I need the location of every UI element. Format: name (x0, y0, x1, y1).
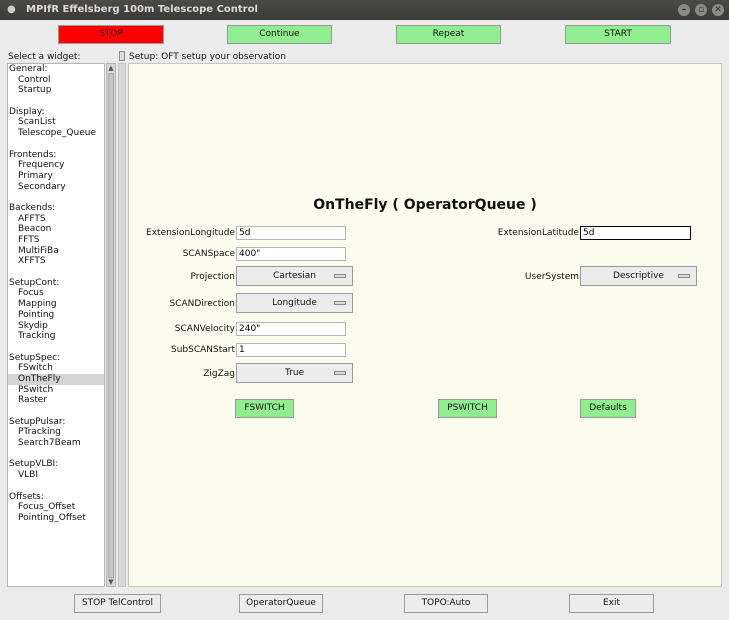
sidebar-group-header: SetupPulsar: (9, 416, 66, 427)
topo-button[interactable]: TOPO:Auto (404, 594, 488, 613)
scandirection-dropdown[interactable]: Longitude (236, 293, 353, 313)
sidebar-item-focus[interactable]: Focus (8, 288, 104, 299)
sidebar-item-tracking[interactable]: Tracking (8, 331, 104, 342)
sidebar-item-primary[interactable]: Primary (8, 171, 104, 182)
sidebar-group-header: SetupCont: (9, 277, 60, 288)
ext-latitude-label: ExtensionLatitude (497, 228, 579, 238)
pane-divider[interactable] (118, 63, 126, 587)
maximize-icon[interactable]: ▫ (695, 4, 707, 16)
ext-latitude-input[interactable] (580, 226, 691, 240)
scandirection-label: SCANDirection (169, 299, 235, 309)
sidebar-item-telescope-queue[interactable]: Telescope_Queue (8, 128, 104, 139)
sidebar-item-control[interactable]: Control (8, 75, 104, 86)
sidebar-group-header: Offsets: (9, 491, 44, 502)
setup-header: Setup: OFT setup your observation (129, 52, 286, 62)
zigzag-label: ZigZag (203, 369, 235, 379)
widget-list-scrollbar[interactable]: ▲ ▼ (106, 63, 116, 587)
sidebar-item-affts[interactable]: AFFTS (8, 214, 104, 225)
usersystem-value: Descriptive (613, 271, 664, 281)
sidebar-group-header: Backends: (9, 202, 56, 213)
sidebar-item-startup[interactable]: Startup (8, 85, 104, 96)
projection-value: Cartesian (273, 271, 316, 281)
sidebar-item-skydip[interactable]: Skydip (8, 321, 104, 332)
pswitch-button[interactable]: PSWITCH (438, 399, 497, 418)
sidebar-item-beacon[interactable]: Beacon (8, 224, 104, 235)
sidebar-group-header: Frontends: (9, 149, 57, 160)
scrollbar-thumb[interactable] (108, 73, 114, 578)
scanvelocity-label: SCANVelocity (174, 324, 235, 334)
stop-button[interactable]: STOP (58, 25, 164, 44)
scroll-down-icon[interactable]: ▼ (107, 578, 115, 586)
sidebar-header: Select a widget: (8, 52, 81, 62)
usersystem-label: UserSystem (524, 272, 579, 282)
window-menu-icon[interactable]: ● (7, 4, 19, 16)
zigzag-value: True (284, 368, 305, 378)
widget-list[interactable]: General: Control Startup Display: ScanList Te… (7, 63, 105, 587)
repeat-button[interactable]: Repeat (396, 25, 501, 44)
exit-button[interactable]: Exit (569, 594, 654, 613)
ext-longitude-input[interactable] (236, 226, 346, 240)
scroll-up-icon[interactable]: ▲ (107, 64, 115, 72)
sidebar-item-pointing[interactable]: Pointing (8, 310, 104, 321)
scanvelocity-input[interactable] (236, 322, 346, 336)
sidebar-item-xffts[interactable]: XFFTS (8, 256, 104, 267)
sidebar-item-mapping[interactable]: Mapping (8, 299, 104, 310)
panel-title: OnTheFly ( OperatorQueue ) (313, 197, 537, 213)
scanspace-input[interactable] (236, 247, 346, 261)
sidebar-group-header: Display: (9, 106, 45, 117)
sidebar-item-scanlist[interactable]: ScanList (8, 117, 104, 128)
sidebar-group-header: General: (9, 64, 48, 74)
sidebar-item-ffts[interactable]: FFTS (8, 235, 104, 246)
sidebar-item-raster[interactable]: Raster (8, 395, 104, 406)
defaults-button[interactable]: Defaults (580, 399, 636, 418)
sidebar-item-pointing-offset[interactable]: Pointing_Offset (8, 513, 104, 524)
sidebar-item-fswitch[interactable]: FSwitch (8, 363, 104, 374)
ext-longitude-label: ExtensionLongitude (146, 228, 235, 238)
projection-label: Projection (190, 272, 235, 282)
subscanstart-input[interactable] (236, 343, 346, 357)
sidebar-item-secondary[interactable]: Secondary (8, 182, 104, 193)
sidebar-item-ptracking[interactable]: PTracking (8, 427, 104, 438)
sidebar-group-header: SetupVLBI: (9, 459, 59, 470)
minimize-icon[interactable]: – (678, 4, 690, 16)
title-bar: ● MPIfR Effelsberg 100m Telescope Contro… (0, 0, 729, 20)
sidebar-item-search7beam[interactable]: Search7Beam (8, 438, 104, 449)
stop-telcontrol-button[interactable]: STOP TelControl (74, 594, 161, 613)
sidebar-item-pswitch[interactable]: PSwitch (8, 385, 104, 396)
usersystem-dropdown[interactable]: Descriptive (580, 266, 697, 286)
dropdown-indicator-icon (334, 371, 346, 375)
dropdown-indicator-icon (678, 274, 690, 278)
sidebar-item-onthefly[interactable]: OnTheFly (8, 373, 104, 385)
sidebar-item-vlbi[interactable]: VLBI (8, 470, 104, 481)
scandirection-value: Longitude (272, 298, 317, 308)
sidebar-item-focus-offset[interactable]: Focus_Offset (8, 502, 104, 513)
continue-button[interactable]: Continue (227, 25, 332, 44)
operator-queue-button[interactable]: OperatorQueue (239, 594, 323, 613)
projection-dropdown[interactable]: Cartesian (236, 266, 353, 286)
close-icon[interactable]: ✕ (712, 4, 724, 16)
sidebar-item-frequency[interactable]: Frequency (8, 160, 104, 171)
sidebar-group-header: SetupSpec: (9, 352, 61, 363)
pane-sash-handle[interactable] (119, 51, 125, 61)
setup-panel: OnTheFly ( OperatorQueue ) ExtensionLong… (128, 63, 722, 587)
subscanstart-label: SubSCANStart (170, 345, 235, 355)
zigzag-dropdown[interactable]: True (236, 363, 353, 383)
dropdown-indicator-icon (334, 274, 346, 278)
sidebar-item-multifiba[interactable]: MultiFiBa (8, 246, 104, 257)
dropdown-indicator-icon (334, 301, 346, 305)
start-button[interactable]: START (565, 25, 671, 44)
fswitch-button[interactable]: FSWITCH (235, 399, 294, 418)
window-title: MPIfR Effelsberg 100m Telescope Control (26, 4, 258, 15)
scanspace-label: SCANSpace (182, 249, 235, 259)
